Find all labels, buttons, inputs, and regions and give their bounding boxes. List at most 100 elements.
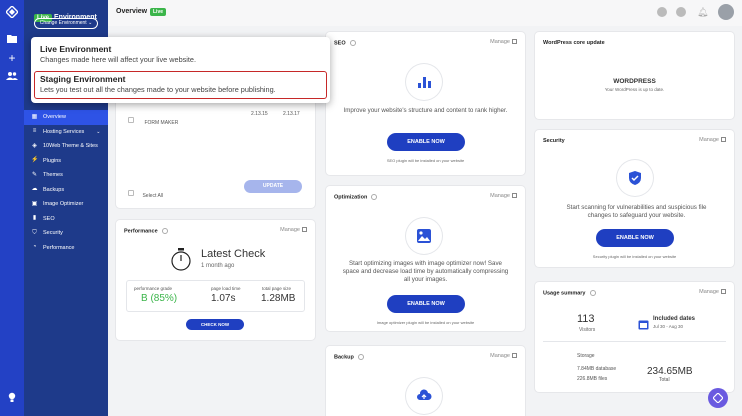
change-environment-button[interactable]: Change Environment ⌄: [34, 18, 98, 29]
icon-rail: +: [0, 0, 24, 416]
bell-icon[interactable]: 🔔︎: [697, 7, 708, 17]
usage-summary-card: Usage summary Manage 113 Visitors Includ…: [535, 282, 734, 392]
sidebar-item-security[interactable]: ⛉ Security: [24, 226, 108, 241]
wp-core-title: WordPress core update: [543, 40, 605, 46]
optimization-enable-button[interactable]: ENABLE NOW: [387, 295, 465, 313]
backup-manage-link[interactable]: Manage: [490, 353, 517, 359]
seo-chart-icon: [406, 64, 442, 100]
performance-card: Performance Manage Latest Check 1 month …: [116, 220, 315, 340]
layers-icon: ◈: [32, 142, 37, 149]
security-card: Security Manage Start scanning for vulne…: [535, 130, 734, 267]
help-chat-button[interactable]: [708, 388, 728, 408]
header-live-badge: Live: [150, 8, 167, 16]
total-page-size: 1.28MB: [261, 293, 296, 304]
image-optimizer-icon: [406, 218, 442, 254]
security-fine-print: Security plugin will be installed on you…: [592, 254, 677, 259]
wordpress-status: Your WordPress is up to date.: [604, 87, 665, 92]
avatar[interactable]: [718, 4, 734, 20]
check-now-button[interactable]: CHECK NOW: [186, 319, 244, 330]
info-icon[interactable]: [357, 354, 364, 360]
storage-label: Storage: [577, 353, 595, 359]
folder-icon[interactable]: [6, 34, 18, 46]
wordpress-core-card: WordPress core update WORDPRESS Your Wor…: [535, 32, 734, 119]
environment-dropdown: Live Environment Changes made here will …: [31, 37, 330, 103]
cloud-icon: ☁: [31, 186, 38, 193]
logo-icon[interactable]: [5, 5, 19, 19]
usage-title: Usage summary: [543, 290, 596, 296]
image-icon: ▣: [31, 200, 38, 207]
optimization-title: Optimization: [334, 194, 378, 200]
performance-manage-link[interactable]: Manage: [280, 227, 307, 233]
update-button[interactable]: UPDATE: [244, 180, 302, 193]
sidebar-item-hosting-services[interactable]: ≡ Hosting Services ⌄: [24, 125, 108, 140]
sidebar-item-performance[interactable]: ◔ Performance: [24, 241, 108, 256]
visitors-count: 113: [577, 313, 595, 325]
security-enable-button[interactable]: ENABLE NOW: [596, 229, 674, 247]
sidebar-nav: ▦ Overview ≡ Hosting Services ⌄ ◈ 10Web Them…: [24, 110, 108, 255]
dates-range: Jul 30 - Aug 30: [653, 324, 684, 329]
usage-manage-link[interactable]: Manage: [699, 289, 726, 295]
users-icon[interactable]: [6, 71, 18, 83]
lightbulb-icon[interactable]: [6, 392, 18, 404]
plug-icon: ⚡: [31, 157, 39, 164]
stopwatch-icon: [170, 247, 192, 276]
top-header: Overview Live 🔔︎: [108, 0, 742, 26]
storage-total-label: Total: [659, 377, 670, 383]
seo-manage-link[interactable]: Manage: [490, 39, 517, 45]
seo-fine-print: SEO plugin will be installed on your web…: [386, 158, 465, 163]
sidebar-item-themes[interactable]: ✎ Themes: [24, 168, 108, 183]
external-link-icon: [721, 289, 726, 295]
external-link-icon: [721, 137, 726, 143]
sidebar-item-plugins[interactable]: ⚡ Plugins: [24, 154, 108, 169]
database-size: 7.84MB database: [577, 366, 617, 372]
sidebar-item-themes-sites[interactable]: ◈ 10Web Theme & Sites: [24, 139, 108, 154]
plugin-name: FORM MAKER: [144, 120, 179, 126]
sidebar-item-image-optimizer[interactable]: ▣ Image Optimizer: [24, 197, 108, 212]
staging-environment-option[interactable]: Staging Environment Lets you test out al…: [40, 74, 276, 94]
plugin-checkbox[interactable]: [128, 116, 134, 123]
server-icon: ≡: [32, 128, 37, 135]
shield-icon: ⛉: [32, 229, 37, 236]
external-link-icon: [512, 39, 517, 45]
info-icon[interactable]: [589, 290, 596, 296]
seo-card: SEO Manage Improve your website's struct…: [326, 32, 525, 175]
select-all-checkbox[interactable]: [128, 189, 134, 196]
dates-label: Included dates: [653, 316, 696, 322]
sidebar-item-overview[interactable]: ▦ Overview: [24, 110, 108, 125]
seo-description: Improve your website's structure and con…: [343, 107, 508, 114]
external-link-icon: [512, 353, 517, 359]
info-icon[interactable]: [371, 194, 378, 200]
bar-chart-icon: ▮: [32, 215, 37, 222]
live-environment-option[interactable]: Live Environment Changes made here will …: [40, 44, 196, 64]
security-title: Security: [543, 138, 565, 144]
performance-metrics: performance grade B (85%) page load time…: [126, 280, 305, 312]
info-icon[interactable]: [161, 228, 168, 234]
seo-enable-button[interactable]: ENABLE NOW: [387, 133, 465, 151]
divider: [543, 341, 726, 342]
seo-title: SEO: [334, 40, 356, 46]
backup-cloud-icon: [406, 378, 442, 414]
plugin-new-version: 2.13.17: [283, 111, 300, 117]
external-link-icon: [512, 193, 517, 199]
history-icon[interactable]: [657, 7, 667, 17]
add-icon[interactable]: +: [6, 52, 18, 64]
backup-card: Backup Manage: [326, 346, 525, 416]
optimization-fine-print: Image optimizer plugin will be installed…: [376, 320, 475, 325]
page-title: Overview: [116, 8, 148, 15]
speed-icon[interactable]: [676, 7, 686, 17]
optimization-description: Start optimizing images with image optim…: [342, 260, 509, 283]
security-manage-link[interactable]: Manage: [699, 137, 726, 143]
chevron-down-icon: ⌄: [96, 128, 101, 135]
sidebar-item-backups[interactable]: ☁ Backups: [24, 183, 108, 198]
calendar-icon: [638, 317, 649, 335]
select-all-label: Select All: [142, 193, 164, 199]
storage-total: 234.65MB: [647, 366, 693, 377]
external-link-icon: [302, 227, 307, 233]
optimization-card: Optimization Manage Start optimizing ima…: [326, 186, 525, 331]
latest-check-title: Latest Check: [201, 248, 266, 260]
info-icon[interactable]: [349, 40, 356, 46]
sidebar-item-seo[interactable]: ▮ SEO: [24, 212, 108, 227]
plugin-current-version: 2.13.15: [251, 111, 268, 117]
files-size: 226.8MB files: [577, 376, 608, 382]
optimization-manage-link[interactable]: Manage: [490, 193, 517, 199]
